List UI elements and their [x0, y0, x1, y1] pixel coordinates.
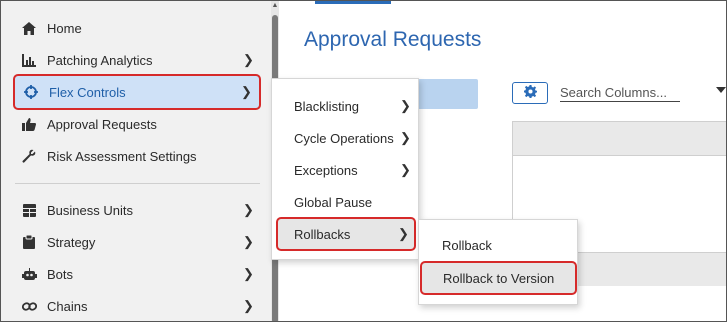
- chevron-right-icon: ❯: [241, 84, 252, 99]
- clipboard-icon: [21, 234, 37, 250]
- chevron-right-icon: ❯: [243, 234, 254, 249]
- scroll-up-icon[interactable]: ▲: [271, 1, 279, 11]
- menu-item-label: Rollbacks: [294, 226, 351, 242]
- sidebar-item-patching-analytics[interactable]: Patching Analytics ❯: [13, 45, 261, 75]
- sidebar-item-bots[interactable]: Bots ❯: [13, 259, 261, 289]
- chevron-right-icon: ❯: [398, 226, 409, 241]
- chevron-right-icon: ❯: [243, 52, 254, 67]
- menu-item-label: Exceptions: [294, 162, 358, 178]
- menu-item-label: Rollback: [442, 237, 492, 253]
- menu-item-label: Rollback to Version: [443, 270, 555, 286]
- menu-item-exceptions[interactable]: Exceptions ❯: [276, 155, 416, 185]
- search-input[interactable]: [560, 84, 680, 101]
- thumbs-up-icon: [21, 116, 37, 132]
- menu-item-label: Blacklisting: [294, 98, 360, 114]
- sidebar-item-chains[interactable]: Chains ❯: [13, 291, 261, 321]
- chevron-right-icon: ❯: [243, 266, 254, 281]
- rollbacks-submenu: Rollback Rollback to Version: [418, 219, 578, 305]
- table-header: [513, 122, 726, 156]
- active-tab-indicator: [315, 1, 391, 4]
- app-window: Home Patching Analytics ❯ Flex Controls …: [0, 0, 727, 322]
- chevron-right-icon: ❯: [243, 202, 254, 217]
- menu-item-global-pause[interactable]: Global Pause: [276, 187, 416, 217]
- crosshair-icon: [23, 84, 39, 100]
- flex-controls-flyout: Blacklisting ❯ Cycle Operations ❯ Except…: [271, 78, 419, 260]
- sidebar-item-risk-assessment-settings[interactable]: Risk Assessment Settings: [13, 141, 261, 171]
- sidebar-item-label: Business Units: [47, 202, 133, 218]
- sidebar-divider: [15, 183, 260, 184]
- menu-item-rollback-to-version[interactable]: Rollback to Version: [420, 261, 577, 295]
- page-title: Approval Requests: [304, 28, 482, 51]
- menu-item-cycle-operations[interactable]: Cycle Operations ❯: [276, 123, 416, 153]
- chevron-right-icon: ❯: [400, 162, 411, 177]
- chevron-right-icon: ❯: [243, 298, 254, 313]
- analytics-icon: [21, 52, 37, 68]
- menu-item-rollback[interactable]: Rollback: [423, 230, 575, 260]
- chevron-right-icon: ❯: [400, 130, 411, 145]
- caret-down-icon[interactable]: [716, 87, 726, 93]
- chevron-right-icon: ❯: [400, 98, 411, 113]
- gear-icon: [523, 85, 537, 101]
- sidebar-item-label: Approval Requests: [47, 116, 157, 132]
- sidebar-item-business-units[interactable]: Business Units ❯: [13, 195, 261, 225]
- grid-icon: [21, 202, 37, 218]
- search-columns-field[interactable]: [560, 84, 680, 102]
- sidebar-item-label: Home: [47, 20, 82, 36]
- home-icon: [21, 20, 37, 36]
- sidebar: Home Patching Analytics ❯ Flex Controls …: [1, 1, 273, 321]
- wrench-icon: [21, 148, 37, 164]
- chain-icon: [21, 298, 37, 314]
- settings-button[interactable]: [512, 82, 548, 104]
- sidebar-item-label: Risk Assessment Settings: [47, 148, 197, 164]
- menu-item-rollbacks[interactable]: Rollbacks ❯: [276, 217, 416, 251]
- sidebar-item-strategy[interactable]: Strategy ❯: [13, 227, 261, 257]
- sidebar-item-label: Chains: [47, 298, 88, 314]
- sidebar-item-approval-requests[interactable]: Approval Requests: [13, 109, 261, 139]
- bot-icon: [21, 266, 37, 282]
- sidebar-item-flex-controls[interactable]: Flex Controls ❯: [13, 74, 261, 110]
- sidebar-item-home[interactable]: Home: [13, 13, 261, 43]
- menu-item-label: Cycle Operations: [294, 130, 394, 146]
- sidebar-item-label: Strategy: [47, 234, 96, 250]
- sidebar-item-label: Bots: [47, 266, 74, 282]
- menu-item-label: Global Pause: [294, 194, 373, 210]
- sidebar-item-label: Patching Analytics: [47, 52, 153, 68]
- sidebar-item-label: Flex Controls: [49, 84, 126, 100]
- menu-item-blacklisting[interactable]: Blacklisting ❯: [276, 91, 416, 121]
